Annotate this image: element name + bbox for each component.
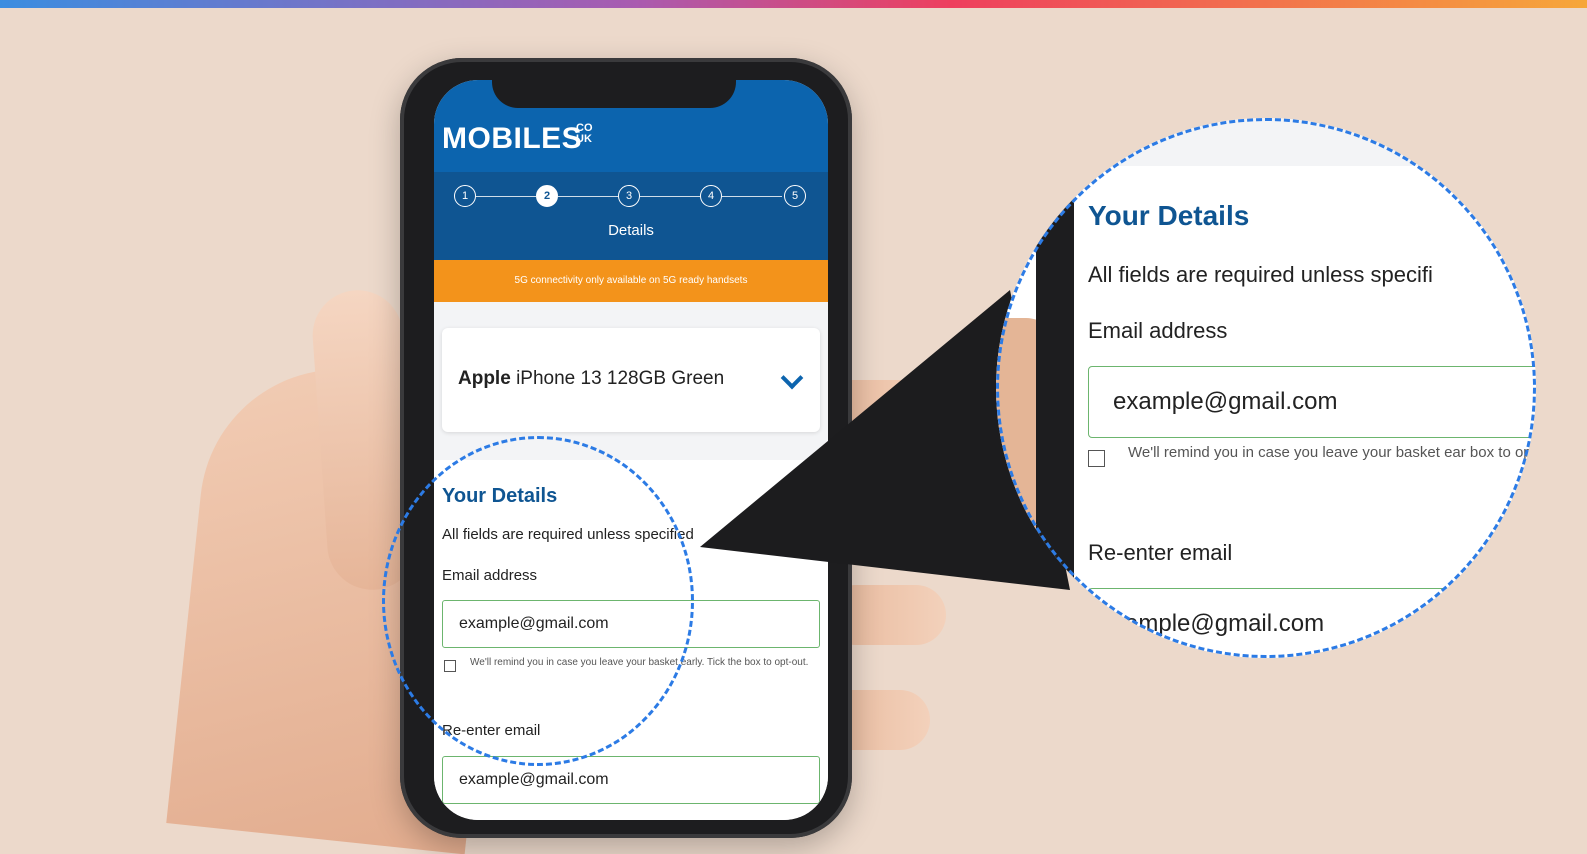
step-4[interactable]: 4 <box>700 185 722 207</box>
step-2[interactable]: 2 <box>536 185 558 207</box>
product-summary[interactable]: Apple iPhone 13 128GB Green <box>442 328 820 432</box>
stepper-line <box>722 196 782 197</box>
reenter-email-field[interactable]: example@gmail.com <box>442 756 820 804</box>
chevron-down-icon[interactable] <box>780 366 804 390</box>
phone-notch <box>492 78 736 108</box>
zoom-dashed-border <box>996 118 1536 658</box>
product-name: Apple iPhone 13 128GB Green <box>458 368 724 390</box>
step-label: Details <box>608 222 654 239</box>
promo-banner: 5G connectivity only available on 5G rea… <box>434 260 828 302</box>
stepper-line <box>476 196 536 197</box>
stepper-line <box>640 196 700 197</box>
brand-logo-suffix: CO UK <box>576 122 593 145</box>
brand-logo[interactable]: MOBILES <box>442 122 582 156</box>
highlight-circle <box>382 436 694 766</box>
step-3[interactable]: 3 <box>618 185 640 207</box>
step-5[interactable]: 5 <box>784 185 806 207</box>
product-model: iPhone 13 128GB Green <box>516 368 725 389</box>
stepper-line <box>558 196 618 197</box>
checkout-stepper: 1 2 3 4 5 Details <box>434 172 828 260</box>
gradient-top-bar <box>0 0 1587 8</box>
product-brand: Apple <box>458 368 511 389</box>
step-1[interactable]: 1 <box>454 185 476 207</box>
